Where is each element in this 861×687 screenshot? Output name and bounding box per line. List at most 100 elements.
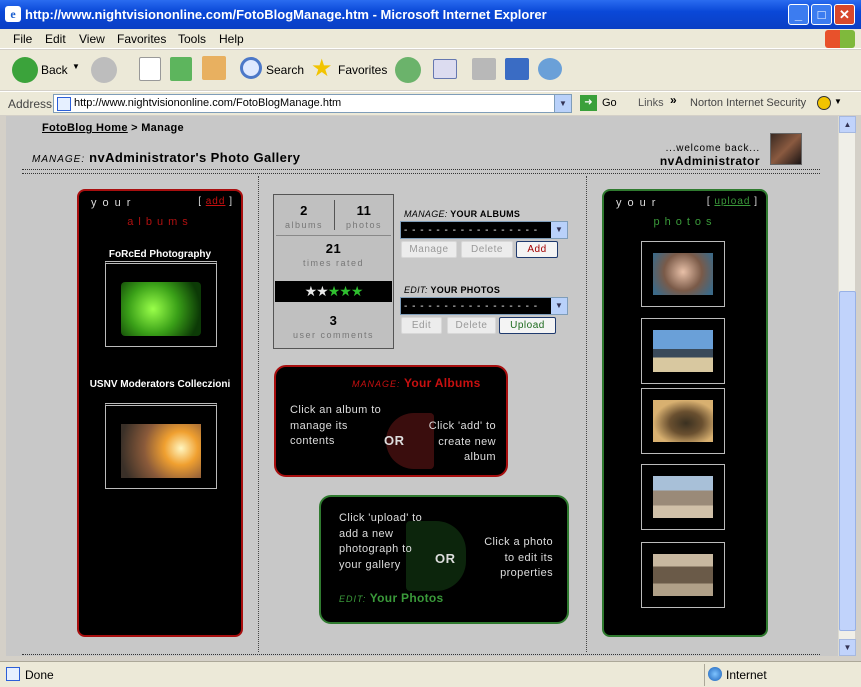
vertical-scrollbar[interactable]: ▲ ▼ — [838, 116, 856, 656]
favorites-star-icon[interactable]: ★ — [311, 57, 337, 83]
print-icon[interactable] — [472, 58, 496, 80]
status-bar: Done Internet — [0, 661, 861, 687]
albums-select[interactable]: - - - - - - - - - - - - - - - - - ▼ — [400, 221, 568, 239]
divider — [586, 176, 587, 652]
delete-photo-button[interactable]: Delete — [447, 317, 496, 334]
address-input[interactable]: http://www.nightvisiononline.com/FotoBlo… — [53, 94, 572, 113]
photo-thumbnail[interactable] — [653, 476, 713, 518]
stats-box: 2 albums 11 photos 21 times rated ★★★★★ … — [273, 194, 394, 349]
album-title[interactable]: USNV Moderators Colleczioni — [79, 379, 241, 391]
back-arrow-icon[interactable] — [12, 57, 38, 83]
minimize-button[interactable]: _ — [788, 4, 809, 25]
address-url[interactable]: http://www.nightvisiononline.com/FotoBlo… — [74, 97, 341, 109]
norton-dropdown-icon[interactable]: ▼ — [834, 97, 842, 106]
chevron-icon[interactable]: » — [670, 93, 677, 107]
star-icon: ★ — [304, 283, 318, 299]
photo-card[interactable] — [641, 542, 725, 608]
norton-toolbar[interactable]: Norton Internet Security — [690, 97, 806, 109]
messenger-icon[interactable] — [538, 58, 562, 80]
go-button[interactable]: Go — [602, 97, 617, 109]
rated-count: 21 — [325, 241, 342, 256]
refresh-icon[interactable] — [170, 57, 192, 81]
zone-text: Internet — [726, 668, 767, 682]
breadcrumb-home-link[interactable]: FotoBlog Home — [42, 122, 128, 134]
address-dropdown-icon[interactable]: ▼ — [554, 95, 571, 112]
divider — [22, 169, 820, 170]
photos-count: 11 — [356, 203, 372, 218]
photo-thumbnail[interactable] — [653, 400, 713, 442]
photo-card[interactable] — [641, 241, 725, 307]
stop-icon[interactable] — [139, 57, 161, 81]
menu-favorites[interactable]: Favorites — [117, 32, 166, 46]
go-arrow-icon[interactable]: ➜ — [580, 95, 597, 111]
photo-thumbnail[interactable] — [653, 554, 713, 596]
address-label: Address — [8, 97, 53, 111]
back-button[interactable]: Back — [41, 63, 68, 77]
history-icon[interactable] — [395, 57, 421, 83]
avatar[interactable] — [770, 133, 802, 165]
photo-card[interactable] — [641, 318, 725, 384]
search-icon[interactable] — [240, 57, 262, 79]
add-album-link[interactable]: add — [206, 196, 226, 207]
photos-panel: your [ upload ] photos — [602, 189, 768, 637]
album-thumbnail[interactable] — [121, 424, 201, 478]
manage-button[interactable]: Manage — [401, 241, 457, 258]
albums-panel: your [ add ] albums FoRcEd Photography U… — [77, 189, 243, 637]
add-album-button[interactable]: Add — [516, 241, 558, 258]
globe-icon — [708, 667, 722, 681]
page-icon — [57, 97, 71, 111]
menu-tools[interactable]: Tools — [178, 32, 206, 46]
menu-view[interactable]: View — [79, 32, 105, 46]
album-card[interactable] — [105, 261, 217, 347]
upload-photo-button[interactable]: Upload — [499, 317, 556, 334]
links-button[interactable]: Links — [638, 97, 664, 109]
upload-photo-link[interactable]: upload — [714, 196, 750, 207]
divider — [704, 664, 705, 686]
divider — [22, 173, 820, 174]
page-title: MANAGE: nvAdministrator's Photo Gallery — [32, 150, 301, 165]
photo-card[interactable] — [641, 464, 725, 530]
photo-thumbnail[interactable] — [653, 330, 713, 372]
divider — [276, 235, 391, 236]
divider — [258, 176, 259, 652]
chevron-down-icon[interactable]: ▼ — [551, 298, 567, 314]
comments-count: 3 — [329, 313, 338, 328]
album-card[interactable] — [105, 403, 217, 489]
mail-icon[interactable] — [433, 59, 457, 79]
star-icon: ★ — [350, 283, 364, 299]
status-text: Done — [25, 668, 54, 682]
album-title[interactable]: FoRcEd Photography — [79, 249, 241, 260]
address-bar: Address http://www.nightvisiononline.com… — [0, 91, 861, 115]
scroll-down-icon[interactable]: ▼ — [839, 639, 856, 656]
photo-thumbnail[interactable] — [653, 253, 713, 295]
home-icon[interactable] — [202, 56, 226, 80]
page-content: FotoBlog Home > Manage MANAGE: nvAdminis… — [6, 116, 838, 656]
page-icon — [6, 667, 20, 681]
photo-card[interactable] — [641, 388, 725, 454]
rating-stars: ★★★★★ — [275, 281, 392, 302]
edit-photo-button[interactable]: Edit — [401, 317, 442, 334]
menu-file[interactable]: File — [13, 32, 32, 46]
forward-arrow-icon[interactable] — [91, 57, 117, 83]
menu-help[interactable]: Help — [219, 32, 244, 46]
menu-bar: File Edit View Favorites Tools Help — [0, 29, 861, 49]
scroll-thumb[interactable] — [839, 291, 856, 631]
breadcrumb: FotoBlog Home > Manage — [42, 122, 184, 134]
favorites-button[interactable]: Favorites — [338, 63, 387, 77]
norton-icon[interactable] — [817, 96, 831, 110]
albums-count: 2 — [300, 203, 308, 218]
divider — [22, 654, 820, 655]
chevron-down-icon[interactable]: ▼ — [551, 222, 567, 238]
photos-select[interactable]: - - - - - - - - - - - - - - - - - ▼ — [400, 297, 568, 315]
album-thumbnail[interactable] — [121, 282, 201, 336]
edit-icon[interactable] — [505, 58, 529, 80]
delete-album-button[interactable]: Delete — [461, 241, 513, 258]
back-dropdown-icon[interactable]: ▼ — [72, 62, 80, 71]
menu-edit[interactable]: Edit — [45, 32, 66, 46]
maximize-button[interactable]: □ — [811, 4, 832, 25]
star-icon: ★ — [339, 283, 352, 299]
scroll-up-icon[interactable]: ▲ — [839, 116, 856, 133]
windows-logo-icon — [825, 30, 855, 48]
close-button[interactable]: ✕ — [834, 4, 855, 25]
search-button[interactable]: Search — [266, 63, 304, 77]
